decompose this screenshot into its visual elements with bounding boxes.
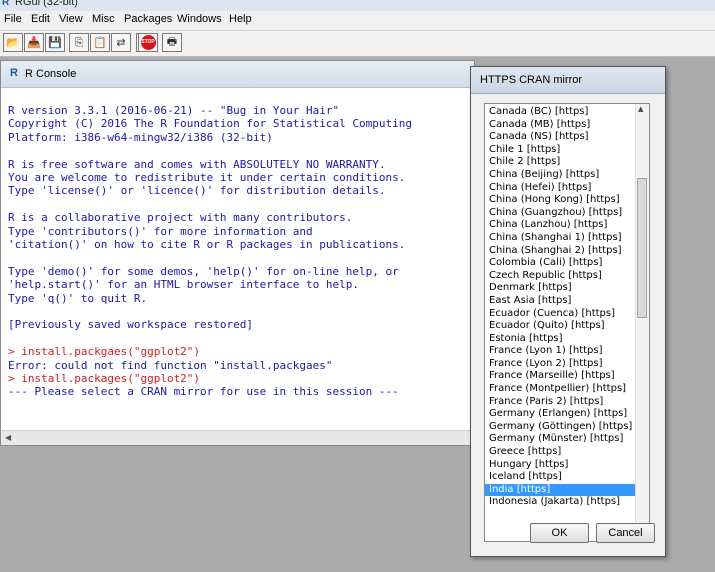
mirror-list-item[interactable]: China (Shanghai 2) [https] <box>485 245 635 258</box>
mirror-list-item[interactable]: Estonia [https] <box>485 333 635 346</box>
menu-bar: File Edit View Misc Packages Windows Hel… <box>0 11 715 31</box>
console-line: --- Please select a CRAN mirror for use … <box>8 385 399 399</box>
save-workspace-button[interactable]: 💾 <box>45 33 65 52</box>
copy-button[interactable]: ⎘ <box>69 33 89 52</box>
menu-edit[interactable]: Edit <box>31 13 50 25</box>
r-console-window[interactable]: R R Console R version 3.3.1 (2016-06-21)… <box>0 60 475 446</box>
cancel-button[interactable]: Cancel <box>596 523 655 543</box>
mirror-list-item[interactable]: China (Shanghai 1) [https] <box>485 232 635 245</box>
console-horizontal-scrollbar[interactable]: ◀ <box>1 430 474 445</box>
mirror-list-item[interactable]: France (Marseille) [https] <box>485 370 635 383</box>
console-line: Copyright (C) 2016 The R Foundation for … <box>8 117 412 131</box>
paste-button[interactable]: 📋 <box>90 33 110 52</box>
console-line: [Previously saved workspace restored] <box>8 318 254 332</box>
dialog-titlebar: HTTPS CRAN mirror <box>471 67 665 94</box>
paste-icon: 📋 <box>93 36 107 49</box>
open-script-button[interactable]: 📂 <box>3 33 23 52</box>
stop-button[interactable]: STOP <box>138 33 158 52</box>
mirror-list-item[interactable]: China (Hong Kong) [https] <box>485 194 635 207</box>
dialog-title: HTTPS CRAN mirror <box>480 74 583 86</box>
mirror-list-item[interactable]: Greece [https] <box>485 446 635 459</box>
cran-mirror-dialog: HTTPS CRAN mirror Canada (BC) [https] Can… <box>470 66 666 557</box>
mirror-list-item[interactable]: Germany (Erlangen) [https] <box>485 408 635 421</box>
menu-view[interactable]: View <box>59 13 83 25</box>
mirror-list-item[interactable]: Chile 1 [https] <box>485 144 635 157</box>
mirror-list-item[interactable]: Iceland [https] <box>485 471 635 484</box>
print-button[interactable]: 🖶 <box>162 33 182 52</box>
console-line: Type 'contributors()' for more informati… <box>8 224 313 238</box>
mirror-list-item[interactable]: Ecuador (Cuenca) [https] <box>485 308 635 321</box>
load-workspace-icon: 📥 <box>27 36 41 49</box>
menu-help[interactable]: Help <box>229 13 252 25</box>
console-title: R Console <box>25 68 77 80</box>
mirror-list-item[interactable]: France (Paris 2) [https] <box>485 396 635 409</box>
console-line: Type 'demo()' for some demos, 'help()' f… <box>8 264 399 278</box>
mirror-list: Canada (BC) [https] Canada (MB) [https] Ca… <box>485 106 635 509</box>
mirror-list-item[interactable]: Germany (Göttingen) [https] <box>485 421 635 434</box>
console-line: R is a collaborative project with many c… <box>8 211 353 225</box>
console-line: Platform: i386-w64-mingw32/i386 (32-bit) <box>8 130 273 144</box>
mirror-list-item[interactable]: Chile 2 [https] <box>485 156 635 169</box>
mirror-list-item[interactable]: Colombia (Cali) [https] <box>485 257 635 270</box>
console-line: R version 3.3.1 (2016-06-21) -- "Bug in … <box>8 104 340 117</box>
console-output[interactable]: R version 3.3.1 (2016-06-21) -- "Bug in … <box>8 104 474 399</box>
copy-icon: ⎘ <box>74 35 84 49</box>
console-line: R is free software and comes with ABSOLU… <box>8 157 386 171</box>
mirror-list-item[interactable]: Denmark [https] <box>485 282 635 295</box>
menu-packages[interactable]: Packages <box>124 13 172 25</box>
r-logo-icon: R <box>10 67 18 79</box>
mirror-list-item[interactable]: Canada (MB) [https] <box>485 119 635 132</box>
save-workspace-icon: 💾 <box>48 36 62 49</box>
mirror-list-item[interactable]: France (Lyon 1) [https] <box>485 345 635 358</box>
mirror-list-item[interactable]: China (Lanzhou) [https] <box>485 219 635 232</box>
window-titlebar: R RGui (32-bit) <box>0 0 715 11</box>
mirror-list-item[interactable]: France (Lyon 2) [https] <box>485 358 635 371</box>
menu-misc[interactable]: Misc <box>92 13 115 25</box>
mirror-list-item[interactable]: Germany (Münster) [https] <box>485 433 635 446</box>
console-line: > install.packages("ggplot2") <box>8 372 201 386</box>
open-script-icon: 📂 <box>6 36 20 49</box>
mirror-list-item[interactable]: China (Guangzhou) [https] <box>485 207 635 220</box>
mirror-list-item[interactable]: Czech Republic [https] <box>485 270 635 283</box>
console-line: > install.packgaes("ggplot2") <box>8 345 201 359</box>
console-line: 'help.start()' for an HTML browser inter… <box>8 278 359 292</box>
console-line: You are welcome to redistribute it under… <box>8 171 406 185</box>
console-line: Error: could not find function "install.… <box>8 358 333 372</box>
mirror-list-item[interactable]: India [https] <box>485 483 635 497</box>
mirror-list-item[interactable]: Canada (BC) [https] <box>485 106 635 119</box>
console-line: Type 'license()' or 'licence()' for dist… <box>8 184 386 198</box>
menu-windows[interactable]: Windows <box>177 13 222 25</box>
mirror-list-item[interactable]: Ecuador (Quito) [https] <box>485 320 635 333</box>
mirror-list-item[interactable]: China (Hefei) [https] <box>485 182 635 195</box>
console-line: Type 'q()' to quit R. <box>8 291 148 305</box>
toolbar: 📂 📥 💾 ⎘ 📋 ⇄ ↻ STOP 🖶 <box>0 31 715 57</box>
mirror-listbox[interactable]: Canada (BC) [https] Canada (MB) [https] Ca… <box>484 103 650 542</box>
console-titlebar: R R Console <box>1 61 474 88</box>
ok-button[interactable]: OK <box>530 523 589 543</box>
print-icon: 🖶 <box>166 35 178 48</box>
console-line: 'citation()' on how to cite R or R packa… <box>8 238 406 252</box>
window-title: RGui (32-bit) <box>15 0 78 8</box>
mirror-list-item[interactable]: Canada (NS) [https] <box>485 131 635 144</box>
mirror-list-item[interactable]: East Asia [https] <box>485 295 635 308</box>
mirror-list-item[interactable]: France (Montpellier) [https] <box>485 383 635 396</box>
load-workspace-button[interactable]: 📥 <box>24 33 44 52</box>
mirror-list-item[interactable]: Indonesia (Jakarta) [https] <box>485 496 635 509</box>
stop-icon: STOP <box>140 35 156 50</box>
r-logo-icon: R <box>2 0 10 8</box>
copy-paste-button[interactable]: ⇄ <box>111 33 131 52</box>
scroll-left-icon[interactable]: ◀ <box>5 433 11 442</box>
mirror-list-item[interactable]: Hungary [https] <box>485 459 635 472</box>
mirror-list-item[interactable]: China (Beijing) [https] <box>485 169 635 182</box>
listbox-vertical-scrollbar[interactable]: ▲ ▼ <box>635 104 649 541</box>
scrollbar-thumb[interactable] <box>637 178 647 318</box>
copy-paste-icon: ⇄ <box>116 36 126 49</box>
menu-file[interactable]: File <box>4 13 22 25</box>
scroll-up-icon[interactable]: ▲ <box>638 105 643 113</box>
